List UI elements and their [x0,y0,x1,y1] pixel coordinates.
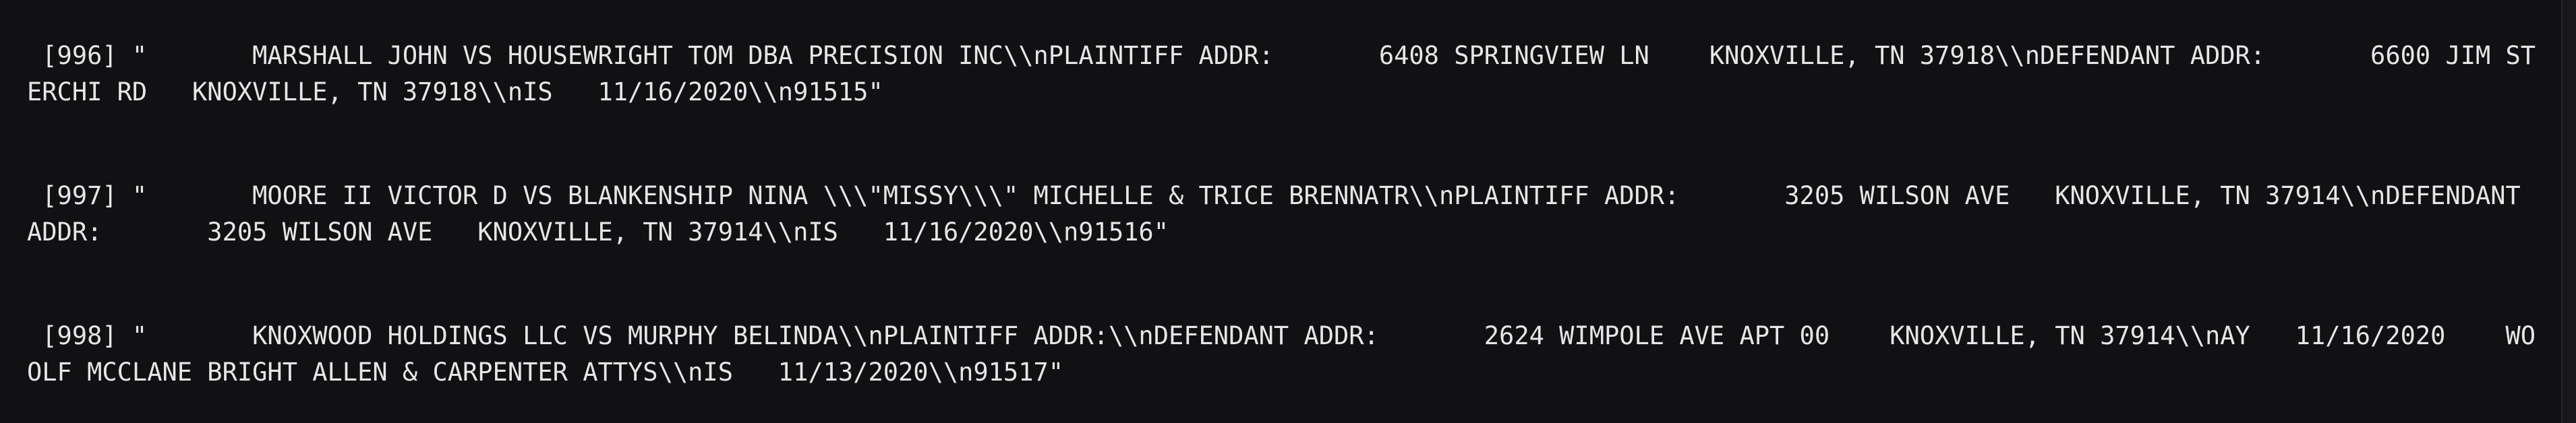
output-record-996: [996] " MARSHALL JOHN VS HOUSEWRIGHT TOM… [27,41,2536,106]
output-record-998: [998] " KNOXWOOD HOLDINGS LLC VS MURPHY … [27,321,2536,387]
output-record-997: [997] " MOORE II VICTOR D VS BLANKENSHIP… [27,181,2536,247]
scrollbar[interactable] [2561,0,2576,423]
terminal-output[interactable]: [996] " MARSHALL JOHN VS HOUSEWRIGHT TOM… [0,0,2576,423]
